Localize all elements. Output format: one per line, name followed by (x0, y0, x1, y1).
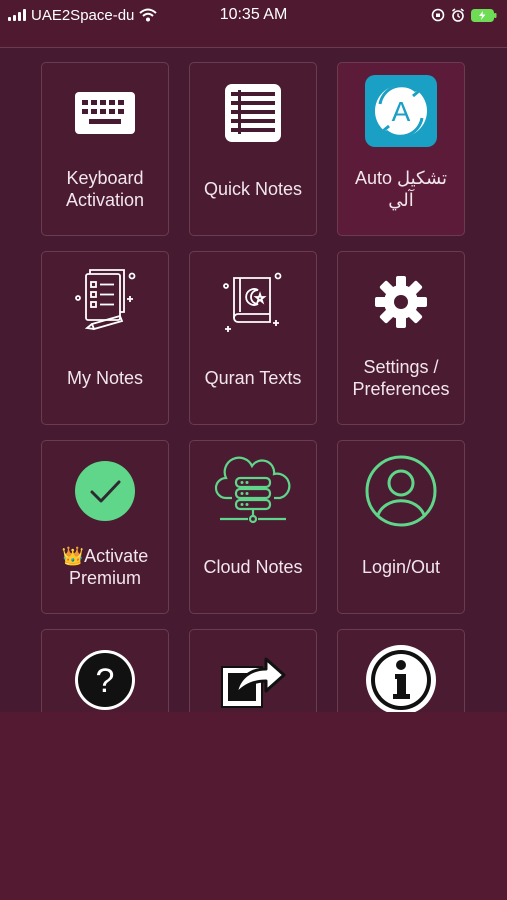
tile-label: Quran Texts (204, 368, 302, 388)
tile-label: Login/Out (361, 557, 441, 577)
status-right (431, 8, 507, 22)
alarm-icon (452, 8, 464, 22)
tile-label: Cloud Notes (203, 557, 303, 577)
cloud-server-icon (214, 456, 291, 524)
tile-keyboard-activation[interactable]: Keyboard Activation (41, 62, 169, 236)
tile-label: My Notes (66, 368, 144, 388)
svg-text:A: A (392, 96, 411, 127)
tile-login-out[interactable]: Login/Out (337, 440, 465, 614)
auto-tashkeel-icon: A (365, 75, 437, 147)
user-circle-icon (365, 455, 437, 527)
share-icon (221, 657, 286, 708)
tile-cloud-notes[interactable]: Cloud Notes (189, 440, 317, 614)
help-question-icon: ? (75, 650, 135, 710)
tile-info[interactable] (337, 629, 465, 712)
tile-label: Quick Notes (203, 179, 303, 199)
wifi-icon (139, 8, 158, 22)
tile-label: 👑Activate Premium (61, 546, 149, 588)
tile-settings[interactable]: Settings / Preferences (337, 251, 465, 425)
quran-book-icon (223, 272, 282, 332)
background-area (0, 712, 507, 900)
checkmark-circle-icon (75, 461, 135, 521)
tile-label: Keyboard Activation (65, 168, 145, 210)
tile-quran-texts[interactable]: Quran Texts (189, 251, 317, 425)
status-left: UAE2Space-du (0, 7, 178, 24)
tile-auto-tashkeel[interactable]: A Auto تشكيل آلي (337, 62, 465, 236)
notes-list-icon (225, 84, 281, 142)
status-bar: UAE2Space-du 10:35 AM (0, 0, 507, 30)
info-icon (366, 645, 436, 712)
gear-icon (375, 276, 427, 328)
tile-my-notes[interactable]: My Notes (41, 251, 169, 425)
signal-strength-icon (8, 9, 26, 21)
tile-share[interactable] (189, 629, 317, 712)
tile-activate-premium[interactable]: 👑Activate Premium (41, 440, 169, 614)
tile-quick-notes[interactable]: Quick Notes (189, 62, 317, 236)
keyboard-icon (75, 92, 135, 134)
carrier-name: UAE2Space-du (31, 6, 135, 24)
tile-help[interactable]: ? (41, 629, 169, 712)
battery-charging-icon (471, 8, 497, 22)
orientation-lock-icon (431, 8, 445, 22)
tile-label: Settings / Preferences (352, 357, 450, 399)
document-pencil-icon (75, 269, 136, 331)
svg-text:?: ? (96, 662, 115, 700)
tile-label: Auto تشكيل آلي (354, 168, 448, 210)
menu-panel: Keyboard Activation Quick Notes A Auto ت… (0, 47, 507, 713)
